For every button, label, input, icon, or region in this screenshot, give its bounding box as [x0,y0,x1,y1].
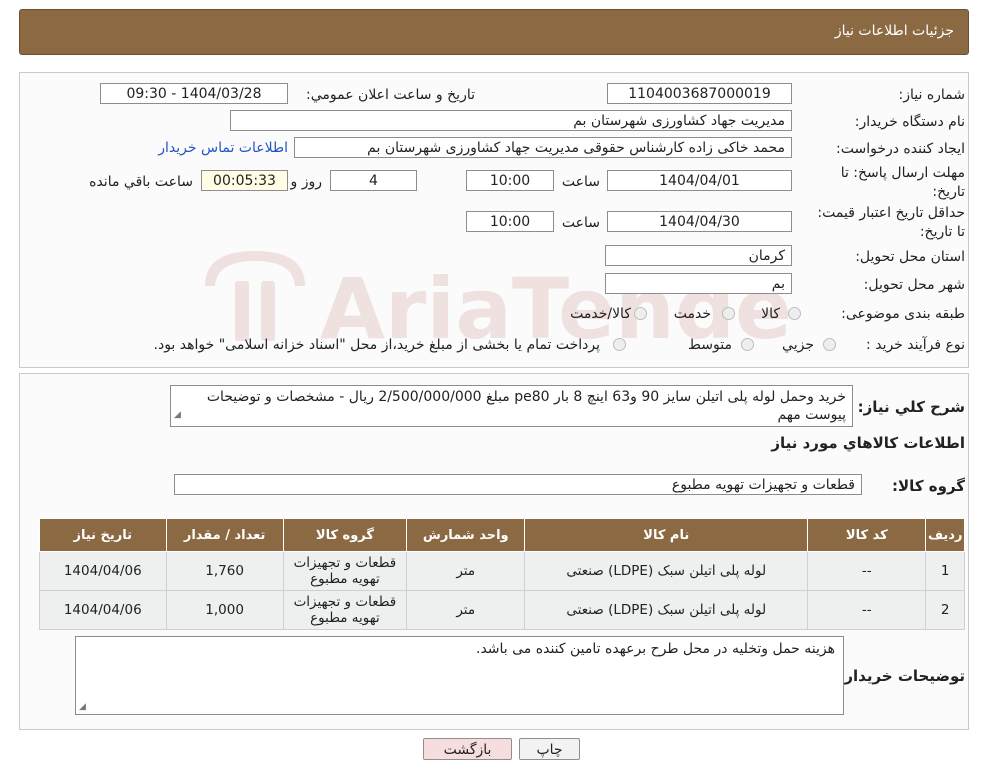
validity-time-field: 10:00 [466,211,554,232]
goods-section-title: اطلاعات کالاهاي مورد نياز [771,434,965,452]
creator-label: ايجاد كننده درخواست: [836,141,965,157]
remaining-label: ساعت باقي مانده [89,174,193,190]
page-header: جزئیات اطلاعات نیاز [19,9,969,55]
col-unit: واحد شمارش [406,518,526,552]
category-option-goods-service: کالا/خدمت [570,306,631,322]
buyer-notes-text: هزینه حمل وتخلیه در محل طرح برعهده تامین… [476,641,835,657]
category-radio-goods[interactable] [788,307,801,320]
process-label: نوع فرآيند خريد : [866,337,965,353]
need-number-field: 1104003687000019 [607,83,792,104]
days-label: روز و [290,174,323,190]
cell-name: لوله پلی اتیلن سبک (LDPE) صنعتی [524,590,809,630]
summary-textarea[interactable]: خرید وحمل لوله پلی اتیلن سایز 90 و63 این… [170,385,853,427]
process-option-medium: متوسط [688,337,732,353]
announce-label: تاریخ و ساعت اعلان عمومي: [306,87,475,103]
cell-date: 1404/04/06 [39,590,167,630]
goods-table: رديف کد کالا نام کالا واحد شمارش گروه کا… [39,518,965,630]
buyer-org-label: نام دستگاه خريدار: [854,114,965,130]
deadline-label: مهلت ارسال پاسخ: تا تاریخ: [840,165,965,200]
col-group: گروه کالا [282,518,408,552]
summary-label: شرح کلي نياز: [857,398,965,416]
deadline-time-field: 10:00 [466,170,554,191]
cell-qty: 1,760 [165,551,284,591]
deadline-time-label: ساعت [561,174,600,190]
category-option-service: خدمت [673,306,711,322]
cell-code: -- [807,551,927,591]
col-date: تاريخ نياز [39,518,167,552]
buyer-notes-label: توضيحات خريدار: [838,667,965,685]
process-option-minor: جزيي [782,337,814,353]
goods-group-label: گروه کالا: [892,477,965,495]
cell-row: 2 [925,590,965,630]
announce-field: 1404/03/28 - 09:30 [100,83,288,104]
category-option-goods: کالا [761,306,780,322]
process-note: پرداخت تمام یا بخشی از مبلغ خرید،از محل … [153,337,600,353]
col-qty: تعداد / مقدار [165,518,284,552]
process-radio-medium[interactable] [741,338,754,351]
cell-unit: متر [406,590,526,630]
category-radio-goods-service[interactable] [634,307,647,320]
buyer-contact-link[interactable]: اطلاعات تماس خريدار [158,140,288,156]
col-name: نام کالا [524,518,809,552]
province-label: استان محل تحویل: [855,249,965,265]
province-field: کرمان [605,245,792,266]
table-row: 1 -- لوله پلی اتیلن سبک (LDPE) صنعتی متر… [39,551,965,591]
process-radio-minor[interactable] [823,338,836,351]
resize-handle-icon[interactable]: ◢ [174,406,181,424]
summary-text: خرید وحمل لوله پلی اتیلن سایز 90 و63 این… [206,389,846,423]
validity-date-field: 1404/04/30 [607,211,792,232]
cell-code: -- [807,590,927,630]
creator-field: محمد خاکی زاده کارشناس حقوقی مدیریت جهاد… [294,137,792,158]
need-number-label: شماره نیاز: [898,87,966,103]
cell-date: 1404/04/06 [39,551,167,591]
process-note-checkbox[interactable] [613,338,626,351]
cell-group: قطعات و تجهیزات تهویه مطبوع [282,551,408,591]
table-row: 2 -- لوله پلی اتیلن سبک (LDPE) صنعتی متر… [39,590,965,630]
remaining-time-field: 00:05:33 [201,170,288,191]
cell-group: قطعات و تجهیزات تهویه مطبوع [282,590,408,630]
category-radio-service[interactable] [722,307,735,320]
city-label: شهر محل تحویل: [863,277,965,293]
validity-label: حداقل تاريخ اعتبار قيمت: تا تاریخ: [817,205,965,240]
col-row: رديف [925,518,965,552]
cell-row: 1 [925,551,965,591]
page-title: جزئیات اطلاعات نیاز [834,23,954,39]
deadline-date-field: 1404/04/01 [607,170,792,191]
table-header-row: رديف کد کالا نام کالا واحد شمارش گروه کا… [39,518,965,552]
buyer-notes-textarea[interactable]: هزینه حمل وتخلیه در محل طرح برعهده تامین… [75,636,844,715]
goods-group-field: قطعات و تجهیزات تهویه مطبوع [174,474,862,495]
cell-qty: 1,000 [165,590,284,630]
cell-unit: متر [406,551,526,591]
days-field: 4 [330,170,417,191]
validity-time-label: ساعت [561,215,600,231]
resize-handle-icon[interactable]: ◢ [79,702,86,712]
print-button[interactable]: چاپ [519,738,580,760]
buyer-org-field: مدیریت جهاد کشاورزی شهرستان بم [230,110,792,131]
category-label: طبقه بندی موضوعی: [841,306,965,322]
back-button[interactable]: بازگشت [423,738,512,760]
col-code: کد کالا [807,518,927,552]
city-field: بم [605,273,792,294]
cell-name: لوله پلی اتیلن سبک (LDPE) صنعتی [524,551,809,591]
